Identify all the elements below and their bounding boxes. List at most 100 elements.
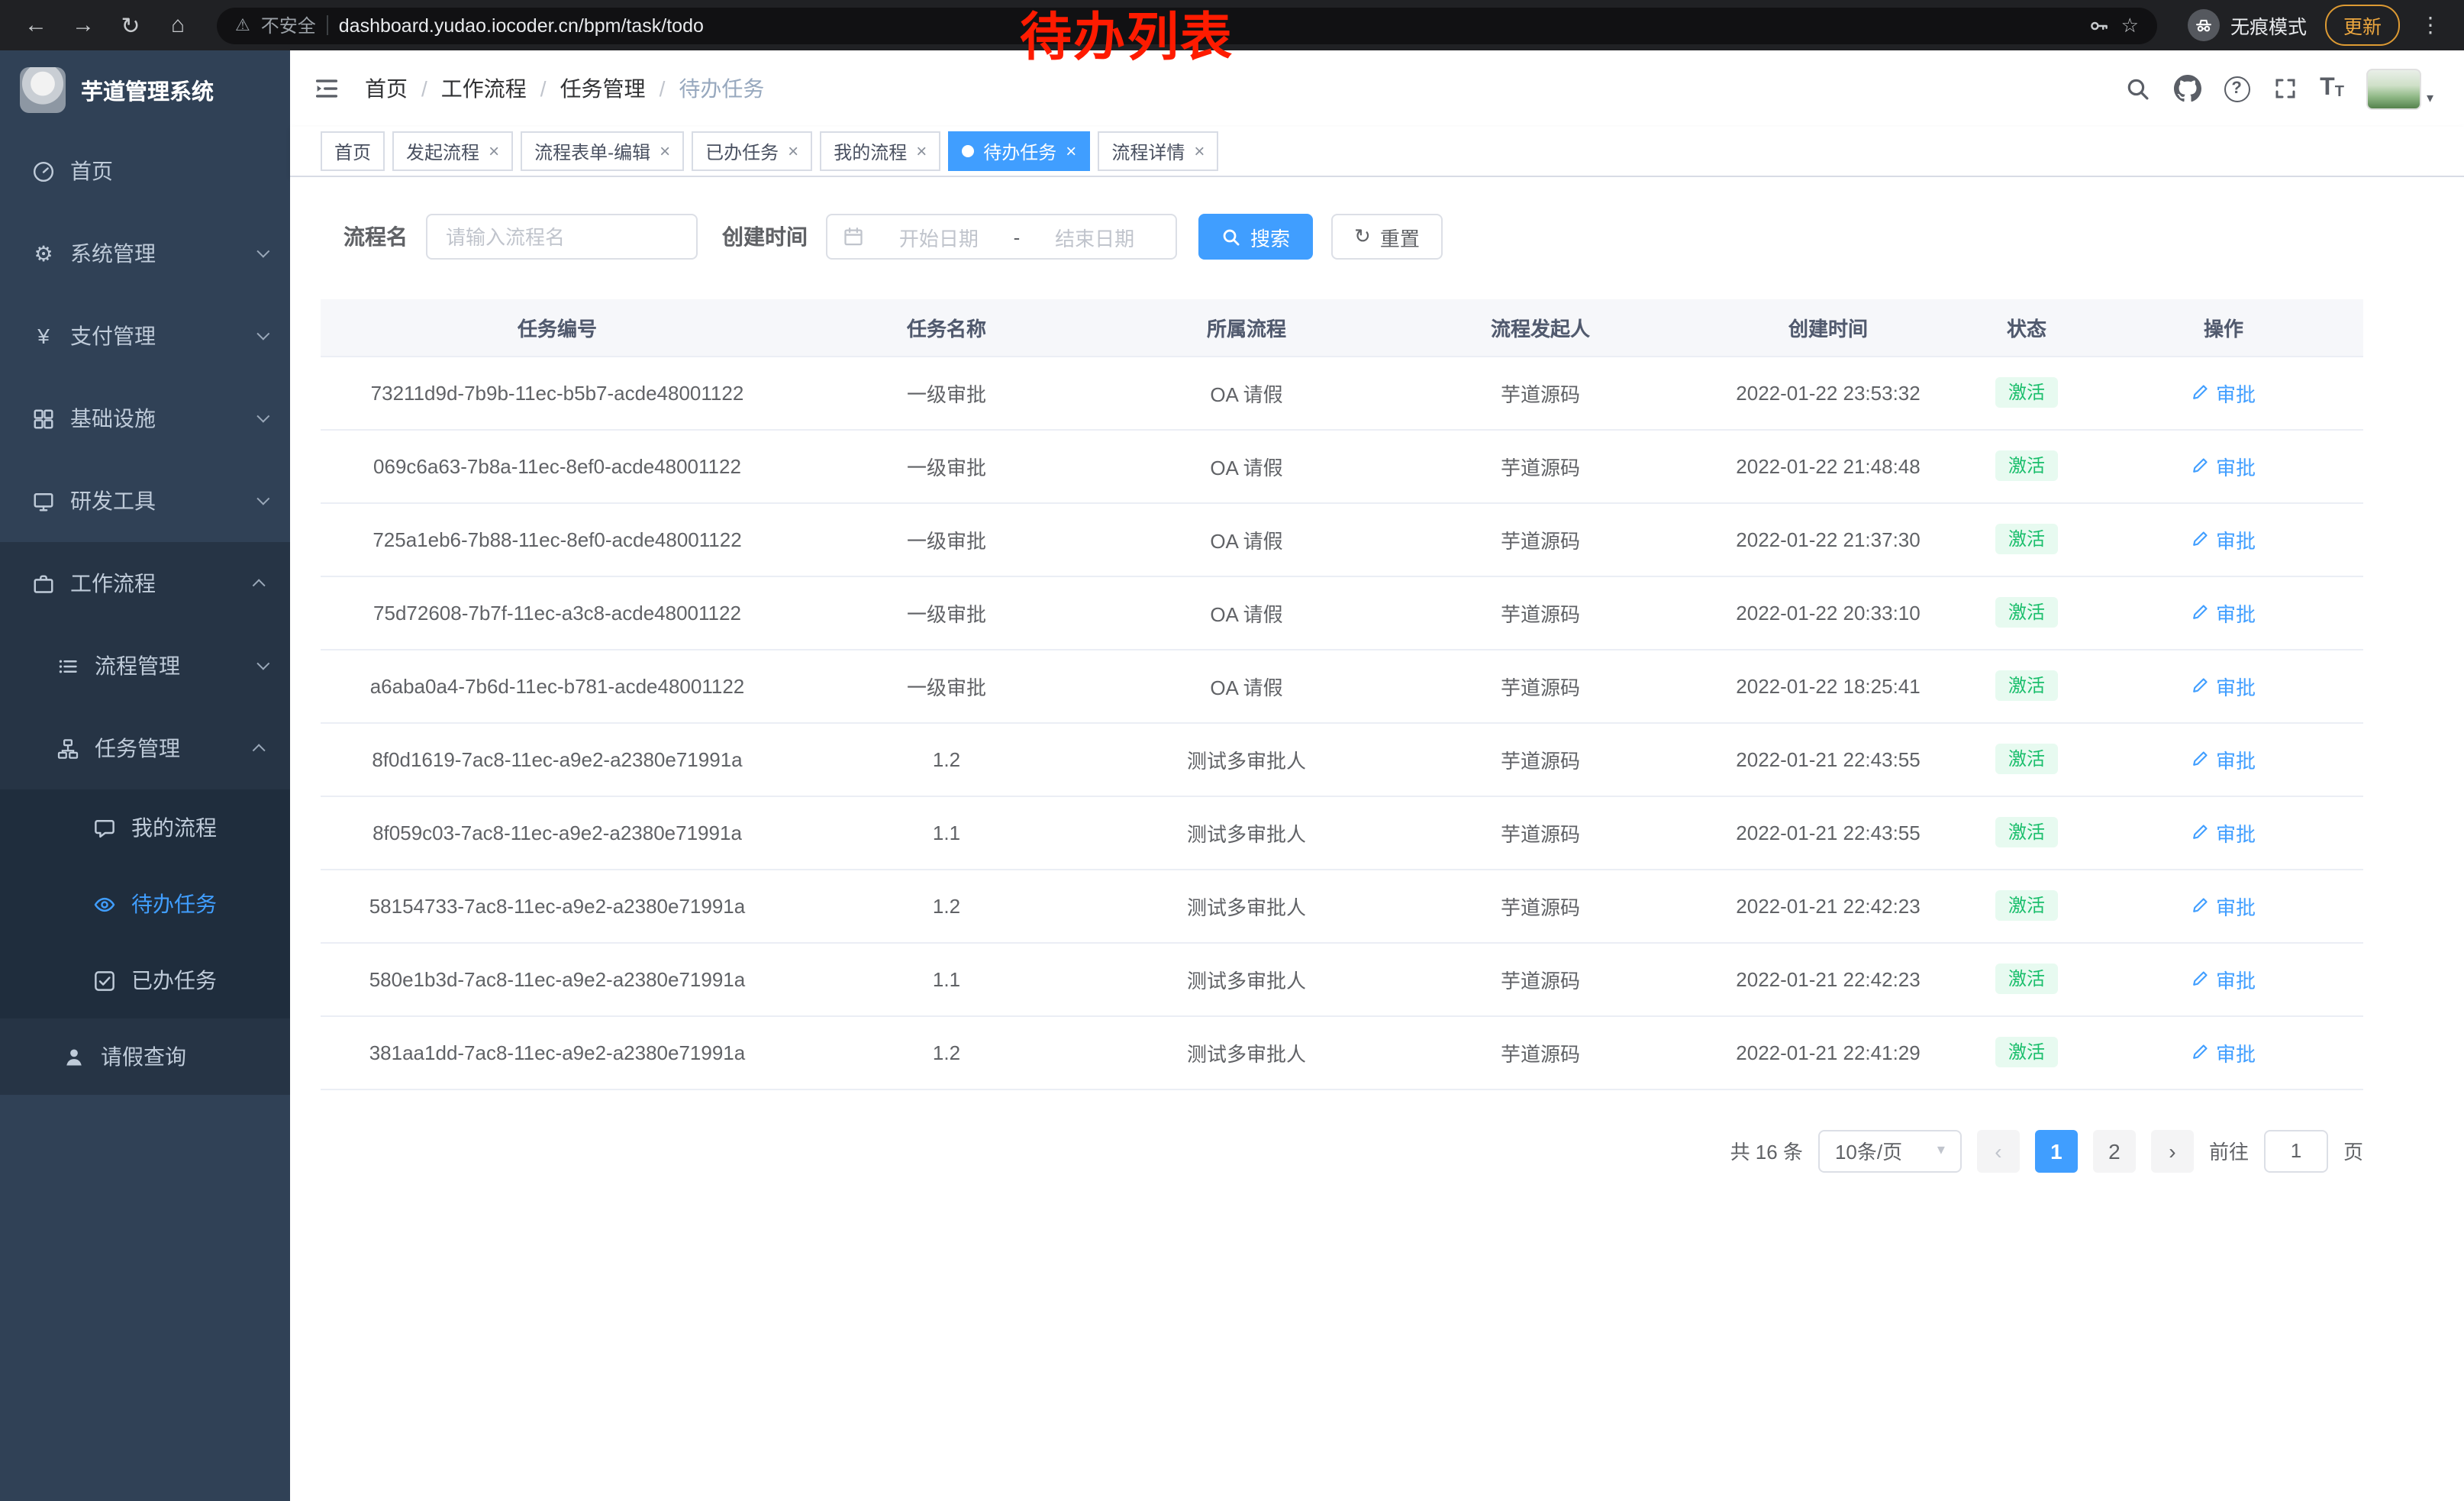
prev-page-button[interactable]: ‹ (1977, 1129, 2020, 1172)
approve-button[interactable]: 审批 (2191, 744, 2256, 773)
github-icon[interactable] (2173, 75, 2201, 102)
browser-menu-icon[interactable]: ⋮ (2412, 12, 2449, 38)
approve-button[interactable]: 审批 (2191, 378, 2256, 407)
menu-label: 支付管理 (70, 321, 156, 351)
screen: ← → ↻ ⌂ ⚠ 不安全 dashboard.yudao.iocoder.cn… (0, 0, 2464, 1501)
end-date-placeholder[interactable]: 结束日期 (1029, 222, 1160, 251)
menu-label: 待办任务 (131, 889, 217, 919)
page-button-1[interactable]: 1 (2035, 1129, 2078, 1172)
sidebar-item-leave-query[interactable]: 请假查询 (0, 1018, 290, 1095)
close-icon[interactable]: × (489, 142, 499, 160)
security-label[interactable]: 不安全 (261, 12, 316, 38)
approve-button[interactable]: 审批 (2191, 671, 2256, 700)
sidebar-item-process-mgmt[interactable]: 流程管理 (0, 625, 290, 707)
menu-label: 流程管理 (95, 650, 180, 681)
tab-process-detail[interactable]: 流程详情 × (1098, 131, 1218, 171)
sidebar-item-my-process[interactable]: 我的流程 (0, 789, 290, 866)
cell-status: 激活 (1969, 942, 2084, 1015)
start-date-placeholder[interactable]: 开始日期 (873, 222, 1005, 251)
cell-create-time: 2022-01-21 22:41:29 (1687, 1015, 1969, 1089)
sidebar-item-task-mgmt[interactable]: 任务管理 (0, 707, 290, 789)
approve-button[interactable]: 审批 (2191, 1038, 2256, 1067)
approve-button[interactable]: 审批 (2191, 891, 2256, 920)
column-header: 操作 (2084, 299, 2363, 356)
page-size-select[interactable]: 10条/页 ▾ (1818, 1129, 1962, 1172)
table-row: a6aba0a4-7b6d-11ec-b781-acde48001122 一级审… (321, 649, 2363, 722)
edit-icon (2191, 823, 2210, 841)
goto-page-input[interactable] (2264, 1129, 2328, 1172)
cell-action: 审批 (2084, 649, 2363, 722)
sidebar-item-payment[interactable]: ¥ 支付管理 (0, 295, 290, 377)
update-button[interactable]: 更新 (2325, 5, 2400, 46)
approve-button[interactable]: 审批 (2191, 525, 2256, 554)
navbar: 首页 / 工作流程 / 任务管理 / 待办任务 ? (290, 50, 2464, 127)
breadcrumb-separator: / (660, 76, 666, 101)
approve-button[interactable]: 审批 (2191, 964, 2256, 993)
next-page-button[interactable]: › (2151, 1129, 2194, 1172)
sidebar-item-todo-tasks[interactable]: 待办任务 (0, 866, 290, 942)
avatar[interactable] (2367, 68, 2422, 109)
tab-start-process[interactable]: 发起流程 × (392, 131, 513, 171)
sidebar-item-done-tasks[interactable]: 已办任务 (0, 942, 290, 1018)
breadcrumb-item-workflow[interactable]: 工作流程 (441, 73, 527, 104)
sidebar-collapse-icon[interactable] (313, 75, 340, 102)
close-icon[interactable]: × (660, 142, 670, 160)
sidebar-item-infra[interactable]: 基础设施 (0, 377, 290, 460)
key-icon[interactable] (2089, 15, 2111, 36)
tab-home[interactable]: 首页 (321, 131, 385, 171)
sidebar-item-home[interactable]: 首页 (0, 130, 290, 212)
date-range-picker[interactable]: 开始日期 - 结束日期 (826, 214, 1177, 260)
cell-status: 激活 (1969, 356, 2084, 429)
tab-done-tasks[interactable]: 已办任务 × (692, 131, 812, 171)
edit-icon (2191, 457, 2210, 475)
approve-button[interactable]: 审批 (2191, 451, 2256, 480)
tab-my-process[interactable]: 我的流程 × (820, 131, 940, 171)
breadcrumb-item-task-mgmt[interactable]: 任务管理 (560, 73, 646, 104)
user-menu[interactable]: ▾ (2367, 68, 2433, 109)
filter-bar: 流程名 创建时间 开始日期 - 结束日期 (343, 214, 2433, 260)
sidebar-item-workflow[interactable]: 工作流程 (0, 542, 290, 625)
tabs-bar: 首页 发起流程 × 流程表单-编辑 × 已办任务 × 我的流程 × (290, 127, 2464, 177)
cell-task-id: 580e1b3d-7ac8-11ec-a9e2-a2380e71991a (321, 942, 794, 1015)
search-button[interactable]: 搜索 (1198, 214, 1313, 260)
tab-process-form-edit[interactable]: 流程表单-编辑 × (521, 131, 684, 171)
chevron-down-icon (256, 245, 269, 258)
forward-icon[interactable]: → (63, 5, 104, 46)
back-icon[interactable]: ← (15, 5, 56, 46)
font-size-icon[interactable]: TT (2320, 76, 2344, 101)
dashboard-icon (31, 160, 56, 182)
page-button-2[interactable]: 2 (2093, 1129, 2136, 1172)
tab-label: 待办任务 (983, 138, 1056, 164)
close-icon[interactable]: × (916, 142, 927, 160)
reload-icon[interactable]: ↻ (110, 5, 151, 46)
calendar-icon (843, 226, 864, 247)
chevron-down-icon (256, 410, 269, 423)
search-icon[interactable] (2124, 76, 2150, 102)
menu-label: 工作流程 (70, 568, 156, 599)
chevron-down-icon (256, 492, 269, 505)
fullscreen-icon[interactable] (2272, 76, 2297, 101)
cell-starter: 芋道源码 (1394, 649, 1687, 722)
cell-create-time: 2022-01-22 23:53:32 (1687, 356, 1969, 429)
close-icon[interactable]: × (788, 142, 798, 160)
sidebar: 芋道管理系统 首页 ⚙ 系统管理 ¥ 支付管理 (0, 50, 290, 1501)
reset-button[interactable]: ↻ 重置 (1331, 214, 1443, 260)
url-text[interactable]: dashboard.yudao.iocoder.cn/bpm/task/todo (339, 15, 704, 36)
approve-button[interactable]: 审批 (2191, 818, 2256, 847)
close-icon[interactable]: × (1194, 142, 1205, 160)
approve-button[interactable]: 审批 (2191, 598, 2256, 627)
process-name-input[interactable] (426, 214, 698, 260)
tab-todo-tasks[interactable]: 待办任务 × (948, 131, 1090, 171)
sidebar-item-system[interactable]: ⚙ 系统管理 (0, 212, 290, 295)
help-icon[interactable]: ? (2224, 76, 2250, 102)
breadcrumb-item-home[interactable]: 首页 (365, 73, 408, 104)
cell-action: 审批 (2084, 356, 2363, 429)
range-separator: - (1014, 225, 1021, 248)
bookmark-star-icon[interactable]: ☆ (2121, 13, 2139, 37)
sidebar-item-devtools[interactable]: 研发工具 (0, 460, 290, 542)
home-icon[interactable]: ⌂ (157, 5, 198, 46)
close-icon[interactable]: × (1066, 142, 1076, 160)
cell-create-time: 2022-01-22 21:48:48 (1687, 429, 1969, 502)
avatar-caret-icon: ▾ (2427, 89, 2433, 109)
monitor-icon (31, 489, 56, 512)
